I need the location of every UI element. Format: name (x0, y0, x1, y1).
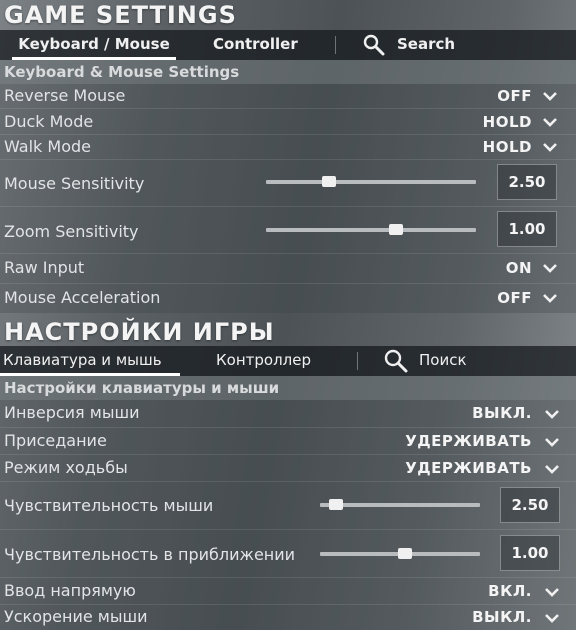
tab-controller[interactable]: Контроллер (216, 346, 311, 376)
dropdown-value[interactable]: ВЫКЛ. (472, 404, 532, 422)
chevron-down-icon[interactable] (544, 613, 560, 623)
setting-label: Чувствительность мыши (4, 496, 214, 515)
section-header: Настройки клавиатуры и мыши (0, 376, 576, 400)
dropdown-value[interactable]: OFF (497, 87, 532, 105)
setting-label: Zoom Sensitivity (4, 222, 139, 241)
dropdown-value[interactable]: HOLD (483, 113, 532, 131)
page-title: GAME SETTINGS (4, 1, 237, 29)
slider-thumb[interactable] (322, 176, 336, 187)
search-icon[interactable] (383, 349, 409, 373)
chevron-down-icon[interactable] (544, 437, 560, 447)
setting-row-mouse-acceleration[interactable]: Ускорение мыши ВЫКЛ. (0, 605, 576, 630)
value-input[interactable]: 1.00 (497, 211, 557, 247)
setting-label: Ускорение мыши (4, 607, 148, 626)
setting-row-zoom-sensitivity[interactable]: Zoom Sensitivity 1.00 (0, 207, 576, 254)
dropdown-value[interactable]: ВЫКЛ. (472, 608, 532, 626)
setting-label: Инверсия мыши (4, 403, 140, 422)
slider-track[interactable] (320, 548, 480, 559)
setting-row-walk-mode[interactable]: Walk Mode HOLD (0, 135, 576, 160)
page-title: НАСТРОЙКИ ИГРЫ (4, 318, 275, 346)
value-input[interactable]: 1.00 (500, 535, 560, 571)
setting-label: Mouse Sensitivity (4, 174, 145, 193)
settings-panel-russian: НАСТРОЙКИ ИГРЫ Клавиатура и мышь Контрол… (0, 318, 576, 630)
dropdown-value[interactable]: ВКЛ. (488, 582, 532, 600)
setting-row-raw-input[interactable]: Raw Input ON (0, 254, 576, 284)
value-input[interactable]: 2.50 (500, 487, 560, 523)
setting-label: Приседание (4, 431, 107, 450)
tab-separator (357, 352, 358, 370)
chevron-down-icon[interactable] (542, 142, 558, 152)
slider-thumb[interactable] (389, 224, 403, 235)
dropdown-value[interactable]: УДЕРЖИВАТЬ (405, 459, 532, 477)
setting-label: Mouse Acceleration (4, 288, 161, 307)
tab-keyboard-mouse[interactable]: Keyboard / Mouse (12, 30, 176, 60)
setting-row-duck-mode[interactable]: Duck Mode HOLD (0, 109, 576, 135)
setting-label: Reverse Mouse (4, 86, 126, 105)
chevron-down-icon[interactable] (542, 91, 558, 101)
tab-bar: Клавиатура и мышь Контроллер Поиск (0, 346, 576, 376)
dropdown-value[interactable]: OFF (497, 289, 532, 307)
setting-row-mouse-sensitivity[interactable]: Чувствительность мыши 2.50 (0, 482, 576, 530)
tab-separator (335, 36, 336, 54)
setting-row-mouse-acceleration[interactable]: Mouse Acceleration OFF (0, 284, 576, 313)
setting-label: Raw Input (4, 258, 85, 277)
dropdown-value[interactable]: УДЕРЖИВАТЬ (405, 432, 532, 450)
search-icon[interactable] (362, 34, 386, 56)
chevron-down-icon[interactable] (544, 464, 560, 474)
setting-row-duck-mode[interactable]: Приседание УДЕРЖИВАТЬ (0, 428, 576, 455)
setting-row-mouse-sensitivity[interactable]: Mouse Sensitivity 2.50 (0, 160, 576, 207)
setting-label: Ввод напрямую (4, 581, 136, 600)
setting-row-zoom-sensitivity[interactable]: Чувствительность в приближении 1.00 (0, 530, 576, 578)
tab-controller[interactable]: Controller (213, 30, 298, 60)
slider-thumb[interactable] (329, 499, 343, 510)
settings-panel-english: GAME SETTINGS Keyboard / Mouse Controlle… (0, 0, 576, 318)
tab-search[interactable]: Search (397, 30, 455, 60)
setting-label: Режим ходьбы (4, 458, 128, 477)
chevron-down-icon[interactable] (542, 293, 558, 303)
section-header: Keyboard & Mouse Settings (0, 60, 576, 84)
setting-row-reverse-mouse[interactable]: Reverse Mouse OFF (0, 84, 576, 109)
setting-row-reverse-mouse[interactable]: Инверсия мыши ВЫКЛ. (0, 400, 576, 428)
setting-label: Чувствительность в приближении (4, 545, 296, 564)
setting-label: Duck Mode (4, 112, 94, 131)
chevron-down-icon[interactable] (544, 409, 560, 419)
chevron-down-icon[interactable] (542, 117, 558, 127)
slider-track[interactable] (266, 176, 476, 187)
slider-track[interactable] (266, 224, 476, 235)
tab-search[interactable]: Поиск (419, 346, 467, 376)
slider-track[interactable] (320, 499, 480, 510)
setting-row-raw-input[interactable]: Ввод напрямую ВКЛ. (0, 578, 576, 605)
setting-row-walk-mode[interactable]: Режим ходьбы УДЕРЖИВАТЬ (0, 455, 576, 482)
chevron-down-icon[interactable] (544, 587, 560, 597)
dropdown-value[interactable]: HOLD (483, 138, 532, 156)
chevron-down-icon[interactable] (542, 263, 558, 273)
dropdown-value[interactable]: ON (506, 259, 532, 277)
tab-bar: Keyboard / Mouse Controller Search (0, 30, 576, 60)
setting-label: Walk Mode (4, 137, 91, 156)
slider-thumb[interactable] (398, 548, 412, 559)
tab-keyboard-mouse[interactable]: Клавиатура и мышь (0, 346, 180, 376)
value-input[interactable]: 2.50 (497, 164, 557, 200)
